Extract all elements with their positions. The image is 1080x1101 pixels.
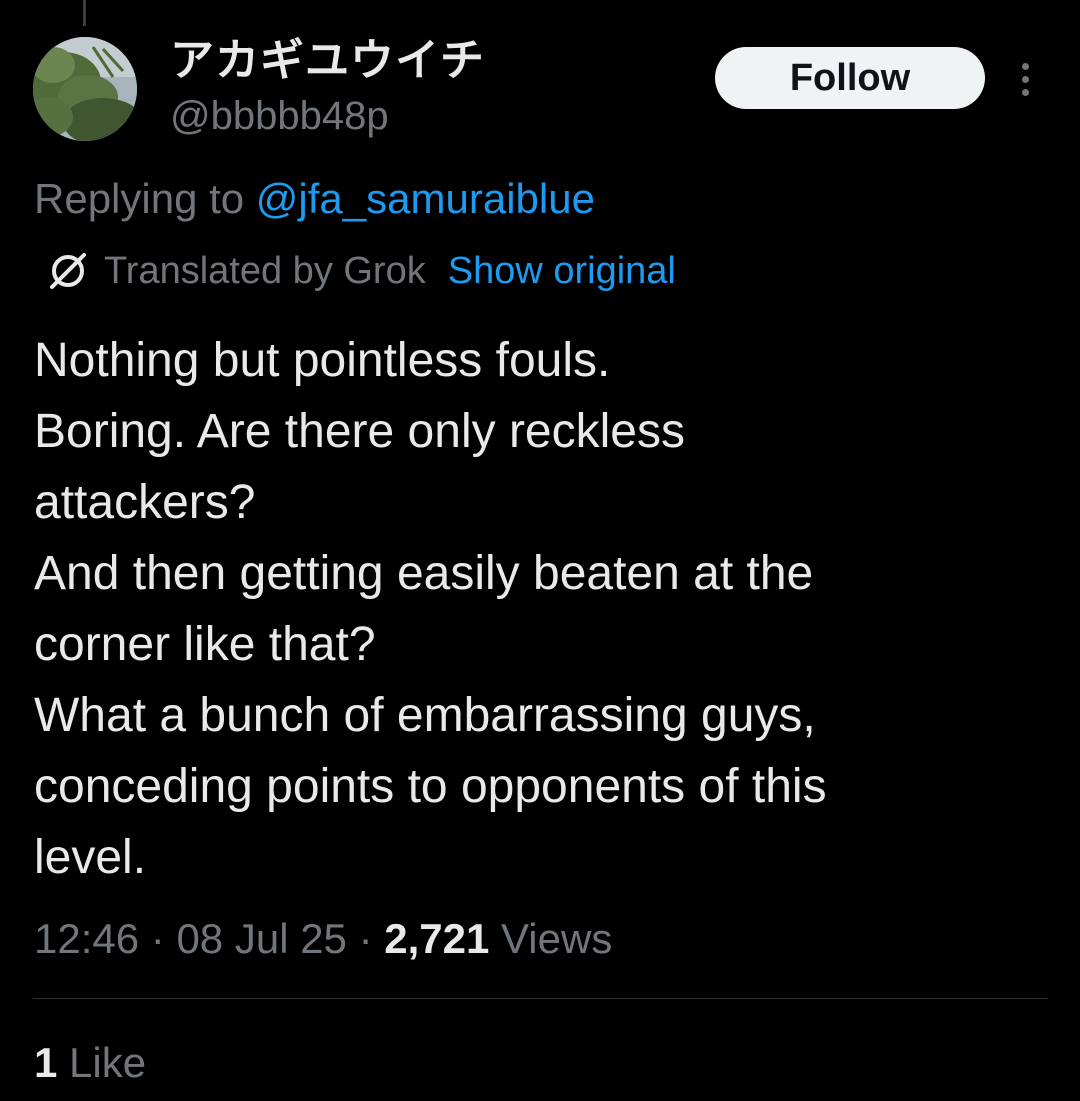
tweet-text-line: level.	[34, 831, 147, 884]
reply-target-link[interactable]: @jfa_samuraiblue	[256, 175, 595, 222]
tweet-text-line: And then getting easily beaten at the	[34, 547, 814, 600]
replying-to: Replying to @jfa_samuraiblue	[34, 172, 595, 226]
translated-by-label: Translated by Grok	[104, 250, 426, 292]
likes-stat[interactable]: 1 Like	[34, 1036, 146, 1090]
divider	[33, 998, 1048, 999]
more-vertical-icon[interactable]	[1008, 58, 1044, 102]
views-label: Views	[501, 915, 613, 962]
more-dot	[1022, 89, 1029, 96]
meta-separator: ·	[358, 915, 373, 962]
replying-to-prefix: Replying to	[34, 175, 256, 222]
tweet-text-line: Nothing but pointless fouls.	[34, 334, 611, 387]
likes-label: Like	[69, 1039, 147, 1086]
author-display-name[interactable]: アカギユウイチ	[170, 34, 485, 88]
avatar[interactable]	[33, 37, 137, 141]
tweet-text-line: corner like that?	[34, 618, 376, 671]
views-count: 2,721	[384, 915, 490, 962]
tweet-text-line: Boring. Are there only reckless	[34, 405, 685, 458]
avatar-tree-photo	[33, 37, 137, 141]
follow-button[interactable]: Follow	[715, 47, 985, 109]
more-dot	[1022, 63, 1029, 70]
author-handle[interactable]: @bbbbb48p	[170, 92, 389, 140]
grok-icon	[50, 253, 86, 289]
tweet-text-line: conceding points to opponents of this	[34, 760, 827, 813]
tweet-text-line: attackers?	[34, 476, 256, 529]
tweet-date[interactable]: 08 Jul 25	[176, 915, 346, 962]
tweet-metadata: 12:46 · 08 Jul 25 · 2,721 Views	[34, 910, 612, 968]
tweet-text: Nothing but pointless fouls. Boring. Are…	[34, 325, 1044, 893]
tweet-time[interactable]: 12:46	[34, 915, 139, 962]
show-original-link[interactable]: Show original	[448, 244, 676, 298]
likes-count: 1	[34, 1039, 58, 1086]
meta-separator: ·	[150, 915, 165, 962]
translation-notice: Translated by Grok Show original	[44, 244, 676, 298]
tweet-text-line: What a bunch of embarrassing guys,	[34, 689, 816, 742]
more-dot	[1022, 76, 1029, 83]
thread-connector-line	[83, 0, 86, 26]
